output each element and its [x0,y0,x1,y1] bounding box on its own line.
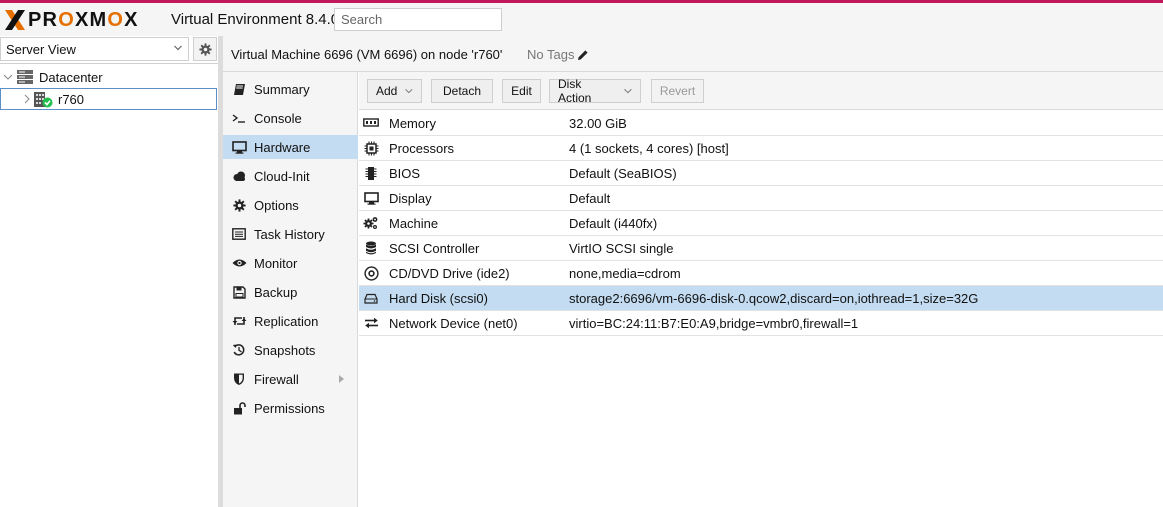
table-row[interactable]: Network Device (net0) virtio=BC:24:11:B7… [359,311,1163,336]
proxmox-wordmark: PROXMOX [28,8,139,31]
nav-item-permissions[interactable]: Permissions [223,396,358,420]
nav-item-task-history[interactable]: Task History [223,222,358,246]
table-row[interactable]: SCSI Controller VirtIO SCSI single [359,236,1163,261]
nav-item-backup[interactable]: Backup [223,280,358,304]
chevron-right-icon[interactable] [21,93,33,105]
add-button[interactable]: Add [367,79,422,103]
chevron-down-icon [624,88,632,94]
detach-button[interactable]: Detach [431,79,493,103]
table-row[interactable]: BIOS Default (SeaBIOS) [359,161,1163,186]
chevron-down-icon[interactable] [2,71,14,83]
table-row[interactable]: Machine Default (i440fx) [359,211,1163,236]
terminal-icon [231,110,247,126]
revert-button[interactable]: Revert [651,79,704,103]
server-online-icon [34,91,53,107]
table-row[interactable]: Hard Disk (scsi0) storage2:6696/vm-6696-… [359,286,1163,311]
database-icon [363,240,379,256]
table-row[interactable]: CD/DVD Drive (ide2) none,media=cdrom [359,261,1163,286]
list-icon [231,226,247,242]
resource-tree-panel: Server View Datacenter r760 [0,36,218,507]
tags-editor[interactable]: No Tags [527,47,589,62]
nav-item-monitor[interactable]: Monitor [223,251,358,275]
product-version: Virtual Environment 8.4.0 [171,11,340,28]
microchip-icon [363,165,379,181]
nav-item-console[interactable]: Console [223,106,358,130]
page-title: Virtual Machine 6696 (VM 6696) on node '… [231,47,503,62]
nav-item-hardware[interactable]: Hardware [223,135,358,159]
cdrom-icon [363,265,379,281]
table-row[interactable]: Processors 4 (1 sockets, 4 cores) [host] [359,136,1163,161]
tree-divider [0,63,218,64]
book-icon [231,81,247,97]
disk-action-button[interactable]: Disk Action [549,77,641,105]
content-header: Virtual Machine 6696 (VM 6696) on node '… [223,36,1163,72]
eye-icon [231,255,247,271]
floppy-icon [231,284,247,300]
proxmox-x-icon [4,9,26,31]
nav-item-options[interactable]: Options [223,193,358,217]
search-input[interactable] [334,8,502,31]
tree-node-label: Datacenter [39,69,103,85]
table-row[interactable]: Memory 32.00 GiB [359,111,1163,136]
tree-settings-button[interactable] [193,37,217,61]
cloud-icon [231,168,247,184]
gear-icon [198,42,212,56]
proxmox-logo: PROXMOX [4,9,139,31]
hdd-icon [363,290,379,306]
nav-item-replication[interactable]: Replication [223,309,358,333]
cpu-icon [363,140,379,156]
table-row[interactable]: Display Default [359,186,1163,211]
view-selector[interactable]: Server View [0,37,189,61]
submenu-arrow-icon [339,375,344,383]
chevron-down-icon [405,88,413,94]
nav-item-firewall[interactable]: Firewall [223,367,358,391]
memory-icon [363,115,379,131]
datacenter-icon [17,70,33,84]
tree-node-r760[interactable]: r760 [0,88,217,110]
desktop-icon [231,139,247,155]
history-icon [231,342,247,358]
shield-icon [231,371,247,387]
nav-item-snapshots[interactable]: Snapshots [223,338,358,362]
pencil-icon[interactable] [577,49,589,61]
gear-icon [231,197,247,213]
tree-node-label: r760 [58,91,85,107]
desktop-icon [363,190,379,206]
tree-node-datacenter[interactable]: Datacenter [2,66,216,88]
exchange-icon [363,315,379,331]
nav-item-summary[interactable]: Summary [223,77,358,101]
top-bar: PROXMOX Virtual Environment 8.4.0 [0,0,1163,36]
hardware-toolbar: Add Detach Edit Disk Action Revert [359,72,1163,110]
cogs-icon [363,215,379,231]
hardware-grid: Memory 32.00 GiB Processors 4 (1 sockets… [359,111,1163,336]
chevron-down-icon [174,45,182,51]
view-selector-value: Server View [6,42,76,57]
vm-nav-menu: Summary Console Hardware Cloud-Init Opti… [223,72,358,507]
unlock-icon [231,400,247,416]
nav-item-cloud-init[interactable]: Cloud-Init [223,164,358,188]
retweet-icon [231,313,247,329]
edit-button[interactable]: Edit [502,79,541,103]
tags-label: No Tags [527,47,575,62]
